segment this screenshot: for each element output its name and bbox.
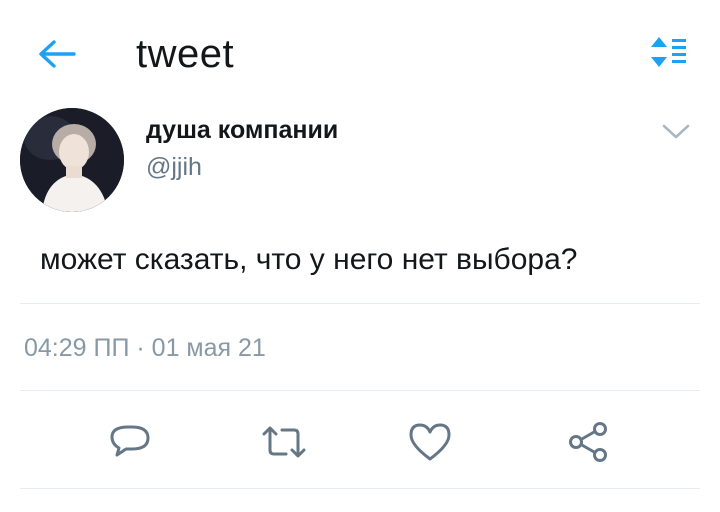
arrow-left-icon [39, 40, 76, 68]
divider [20, 303, 700, 304]
sort-icon [651, 37, 686, 67]
retweet-icon [262, 426, 306, 458]
chevron-down-icon [662, 124, 690, 139]
author-display-name[interactable]: душа компании [146, 115, 338, 145]
tweet-menu-button[interactable] [656, 116, 696, 148]
tweet-timestamp: 04:29 ПП · 01 мая 21 [24, 334, 266, 362]
retweet-button[interactable] [258, 416, 310, 468]
share-icon [569, 422, 607, 462]
divider [20, 488, 700, 489]
tweet-detail-screen: tweet душа компании @jjih может сказать,… [0, 0, 720, 512]
author-handle[interactable]: @jjih [146, 152, 202, 182]
reply-icon [110, 425, 150, 457]
share-button[interactable] [562, 416, 614, 468]
avatar[interactable] [20, 108, 124, 212]
like-button[interactable] [404, 416, 456, 468]
tweet-action-bar [0, 410, 720, 470]
back-button[interactable] [30, 34, 82, 74]
tweet-text: может сказать, что у него нет выбора? [40, 243, 578, 276]
reply-button[interactable] [104, 416, 156, 468]
page-title: tweet [136, 32, 235, 76]
divider [20, 390, 700, 391]
heart-icon [409, 423, 451, 461]
sort-button[interactable] [644, 32, 692, 72]
top-app-bar: tweet [0, 0, 720, 108]
